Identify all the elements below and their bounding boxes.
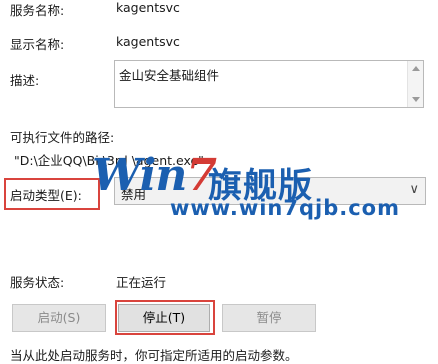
chevron-down-icon[interactable]: ∨: [409, 182, 419, 197]
scroll-up-icon[interactable]: [412, 66, 420, 71]
service-status-value: 正在运行: [116, 275, 167, 290]
startup-label-highlight: [4, 178, 100, 210]
description-scrollbar[interactable]: [407, 61, 423, 107]
description-label: 描述:: [10, 73, 40, 88]
watermark-url: www.win7qjb.com: [170, 196, 400, 220]
pause-button[interactable]: 暂停: [222, 304, 316, 332]
description-textbox[interactable]: 金山安全基础组件: [114, 60, 424, 108]
service-name-label: 服务名称:: [10, 3, 65, 18]
description-text: 金山安全基础组件: [119, 68, 220, 83]
watermark-logo: Win7: [92, 150, 217, 201]
scroll-down-icon[interactable]: [412, 97, 420, 102]
service-name-value: kagentsvc: [116, 0, 180, 15]
start-parameters-hint: 当从此处启动服务时，你可指定所适用的启动参数。: [10, 348, 298, 363]
executable-path-label: 可执行文件的路径:: [10, 130, 115, 145]
display-name-label: 显示名称:: [10, 37, 65, 52]
service-status-label: 服务状态:: [10, 275, 65, 290]
display-name-value: kagentsvc: [116, 34, 180, 49]
stop-button-highlight: [115, 300, 215, 335]
start-button[interactable]: 启动(S): [12, 304, 106, 332]
